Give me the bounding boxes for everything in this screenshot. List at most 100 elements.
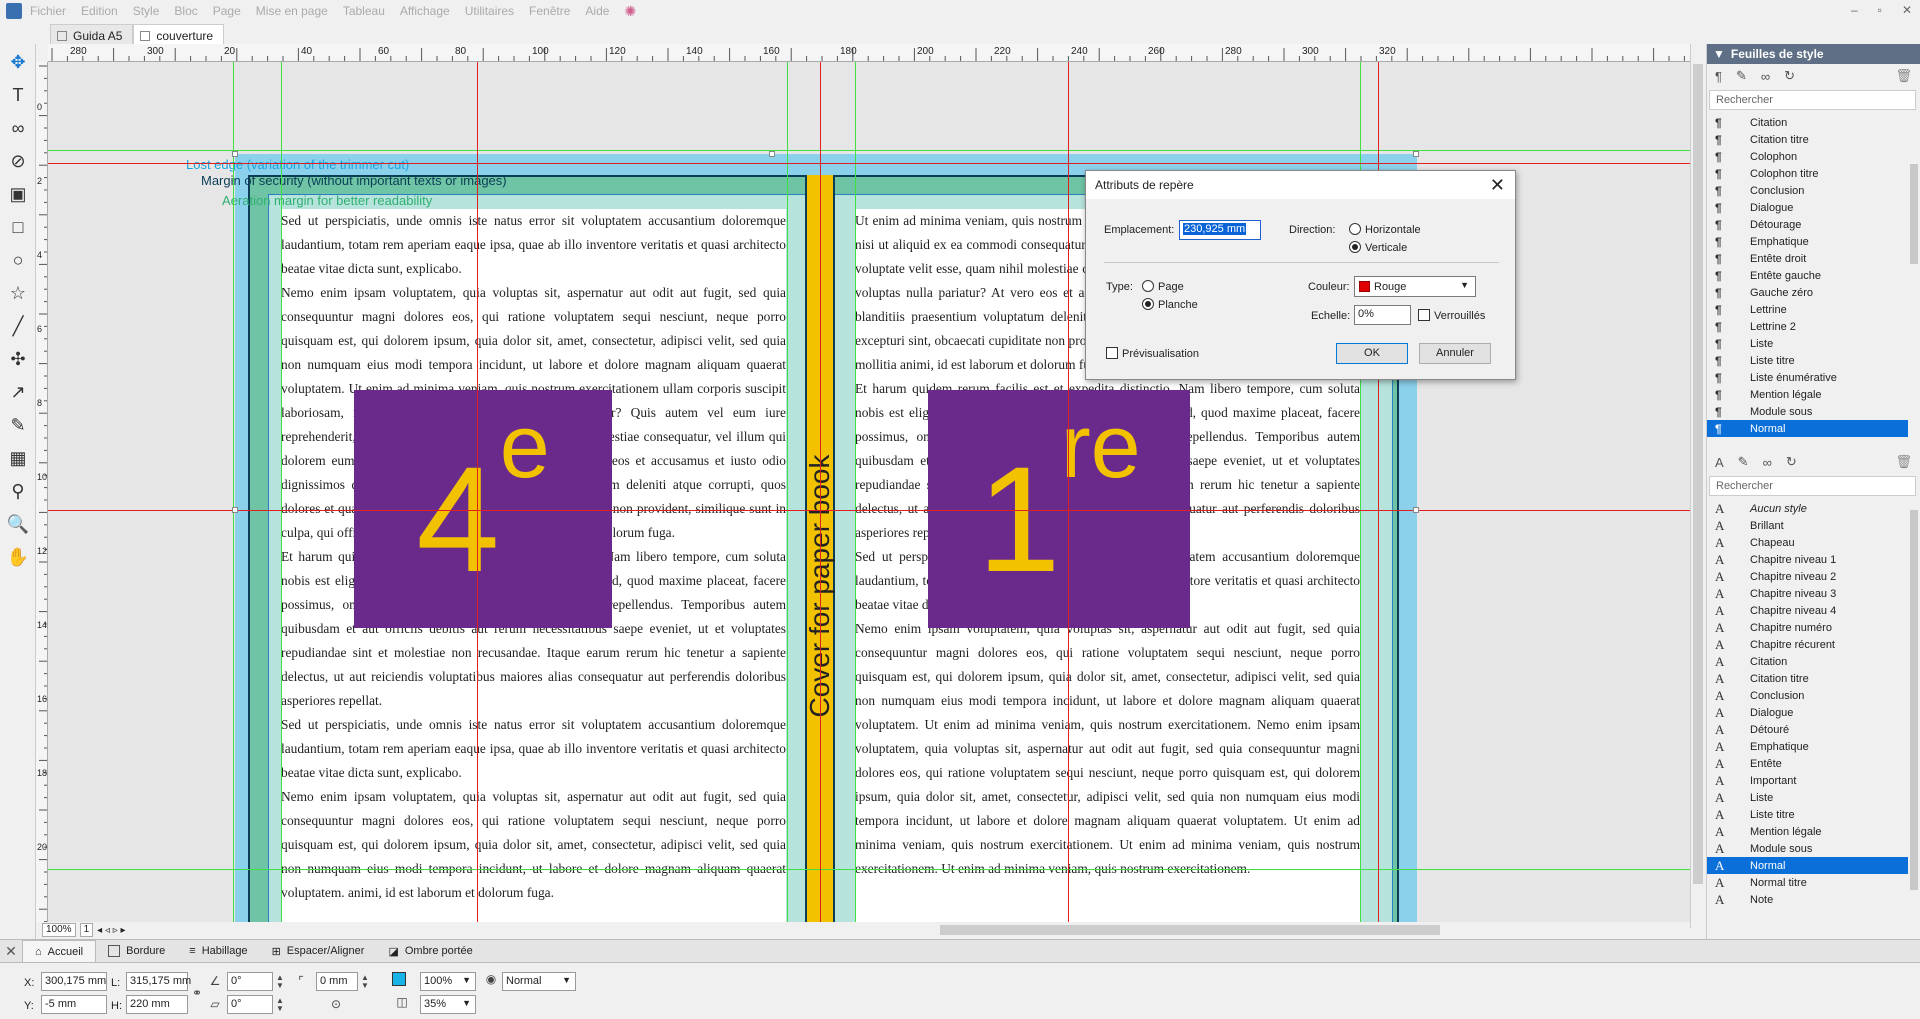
paragraph-style-item[interactable]: ¶ Lettrine [1707,301,1920,318]
front-cover-box[interactable]: 1 re [928,390,1190,628]
spread-radio[interactable] [1142,298,1154,310]
fill-color-icon[interactable] [392,972,406,986]
paragraph-style-item[interactable]: ¶ Gauche zéro [1707,284,1920,301]
menu-page[interactable]: Page [213,4,241,18]
guide-green-v-4[interactable] [855,62,856,928]
character-style-item[interactable]: A Emphatique [1707,738,1920,755]
guide-green-top[interactable] [48,150,1690,151]
paragraph-style-item[interactable]: ¶ Liste titre [1707,352,1920,369]
menu-affichage[interactable]: Affichage [400,4,450,18]
character-style-item[interactable]: A Chapitre niveau 1 [1707,551,1920,568]
paragraph-style-item[interactable]: ¶ Colophon [1707,148,1920,165]
restore-icon[interactable]: ▫ [1878,3,1882,17]
minimize-icon[interactable]: – [1851,3,1858,17]
tab-espacer-aligner[interactable]: ⊞ Espacer/Aligner [260,940,377,962]
collapse-triangle-icon[interactable]: ▼ [1713,47,1725,61]
tab-bordure[interactable]: Bordure [96,940,177,962]
link-style-icon[interactable]: ∞ [1761,69,1770,84]
guide-red-h-center[interactable] [48,510,1690,511]
skew-stepper[interactable]: ▲ ▼ [276,997,284,1013]
eyedropper-tool-icon[interactable]: ⚲ [4,476,32,506]
menu-tableau[interactable]: Tableau [343,4,385,18]
character-style-item[interactable]: A Aucun style [1707,500,1920,517]
rectangle-tool-icon[interactable]: □ [4,212,32,242]
paragraph-style-search[interactable]: Rechercher [1709,90,1916,110]
paragraph-list-scrollbar[interactable] [1908,114,1920,442]
tab-couverture[interactable]: couverture [133,24,225,44]
table-tool-icon[interactable]: ▦ [4,443,32,473]
character-style-item[interactable]: A Mention légale [1707,823,1920,840]
character-style-item[interactable]: A Liste [1707,789,1920,806]
character-style-item[interactable]: A Normal titre [1707,874,1920,891]
trash-icon[interactable]: 🗑 [1895,68,1912,84]
scale-input[interactable]: 0% [1354,305,1411,325]
width-input[interactable]: 315,175 mm [126,972,191,991]
menu-bloc[interactable]: Bloc [174,4,197,18]
character-style-item[interactable]: A Chapitre récurent [1707,636,1920,653]
text-tool-icon[interactable]: T [4,80,32,110]
horizontal-radio[interactable] [1349,223,1361,235]
menu-style[interactable]: Style [133,4,160,18]
dialog-close-icon[interactable]: ✕ [1490,175,1505,196]
canvas-horizontal-scrollbar[interactable] [290,922,1690,938]
scroll-thumb[interactable] [1910,510,1918,890]
guide-green-bottom[interactable] [48,869,1690,870]
paragraph-style-item[interactable]: ¶ Mention légale [1707,386,1920,403]
lock-ratio-icon[interactable]: ⚭ [190,986,204,1000]
color-select[interactable]: Rouge ▼ [1354,276,1476,297]
trash-icon[interactable]: 🗑 [1895,454,1912,470]
opacity-select[interactable]: 100% ▼ [420,972,476,991]
location-input[interactable]: 230,925 mm [1179,220,1261,240]
page-nav-icon[interactable]: ◂ ◃ ▹ ▸ [97,925,125,936]
preview-checkbox[interactable] [1106,347,1118,359]
character-style-item[interactable]: A Chapitre numéro [1707,619,1920,636]
vertical-ruler[interactable]: 0 2 4 6 8 100 120 140 160 180 200 [36,62,48,928]
guide-red-v-back[interactable] [477,62,478,928]
color-wheel-icon[interactable]: ✺ [624,3,636,20]
menu-fenetre[interactable]: Fenêtre [529,4,570,18]
paragraph-style-item[interactable]: ¶ Liste énumérative [1707,369,1920,386]
panel-header[interactable]: ▼ Feuilles de style [1707,44,1920,64]
paragraph-style-item[interactable]: ¶ Citation titre [1707,131,1920,148]
tab-accueil[interactable]: ⌂ Accueil [22,940,97,962]
paragraph-style-item[interactable]: ¶ Normal [1707,420,1920,437]
rotation-input[interactable]: 0° [227,972,273,991]
guide-green-v-1[interactable] [233,62,234,928]
ok-button[interactable]: OK [1336,343,1408,364]
zoom-field[interactable]: 100% [42,923,76,937]
menu-utilitaires[interactable]: Utilitaires [465,4,514,18]
zoom-tool-icon[interactable]: 🔍 [4,509,32,539]
skew-input[interactable]: 0° [227,995,273,1014]
corner-radius-input[interactable]: 0 mm [316,972,358,991]
new-style-icon[interactable]: ¶ [1715,69,1722,84]
character-style-item[interactable]: A Conclusion [1707,687,1920,704]
x-input[interactable]: 300,175 mm [41,972,107,991]
link-char-style-icon[interactable]: ∞ [1763,455,1772,470]
character-style-item[interactable]: A Chapitre niveau 3 [1707,585,1920,602]
guide-red-h-top[interactable] [48,163,1690,164]
vertical-radio[interactable] [1349,241,1361,253]
edit-style-icon[interactable]: ✎ [1736,68,1747,84]
link-tool-icon[interactable]: ∞ [4,113,32,143]
character-style-item[interactable]: A Détouré [1707,721,1920,738]
menu-mise-en-page[interactable]: Mise en page [256,4,328,18]
menu-fichier[interactable]: Fichier [30,4,66,18]
move-tool-icon[interactable]: ✥ [4,47,32,77]
anchor-icon[interactable]: ⊙ [329,997,343,1011]
character-list-scrollbar[interactable] [1908,500,1920,908]
character-style-item[interactable]: A Citation titre [1707,670,1920,687]
guide-red-v-front[interactable] [1068,62,1069,928]
polyline-tool-icon[interactable]: ↗ [4,377,32,407]
guide-green-v-2[interactable] [281,62,282,928]
blend-mode-select[interactable]: Normal ▼ [502,972,576,991]
paragraph-style-item[interactable]: ¶ Colophon titre [1707,165,1920,182]
character-style-item[interactable]: A Chapitre niveau 2 [1707,568,1920,585]
horizontal-ruler[interactable]: 280 300 20 40 60 80 100 120 140 160 180 200 220 240 26… [48,44,1690,62]
star-tool-icon[interactable]: ☆ [4,278,32,308]
character-style-item[interactable]: A Citation [1707,653,1920,670]
paragraph-style-item[interactable]: ¶ Entête gauche [1707,267,1920,284]
pen-tool-icon[interactable]: ✎ [4,410,32,440]
shade-icon[interactable]: ◫ [395,995,409,1009]
shade-select[interactable]: 35% ▼ [420,995,476,1014]
menu-edition[interactable]: Edition [81,4,118,18]
